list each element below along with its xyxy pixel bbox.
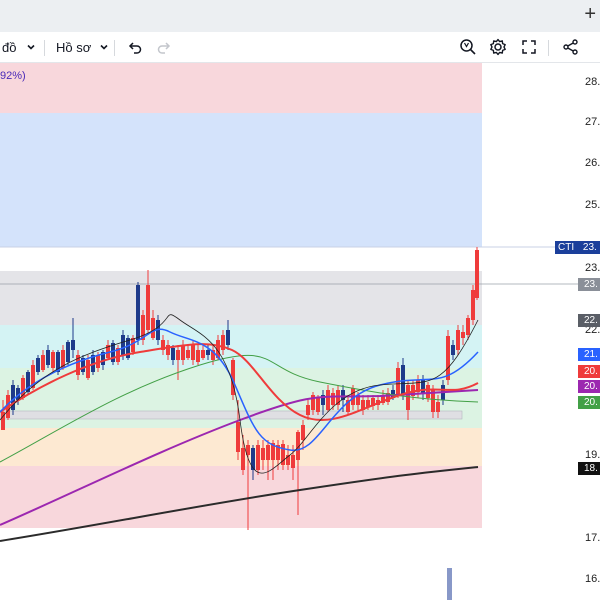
toolbar-divider: [548, 40, 549, 56]
candle-down: [201, 350, 205, 358]
candle-down: [86, 360, 90, 378]
search-icon: [460, 39, 476, 55]
candle-up: [401, 365, 405, 395]
redo-button[interactable]: [156, 32, 174, 62]
candle-down: [266, 445, 270, 460]
candle-up: [36, 358, 40, 372]
price-axis-label: 17.: [585, 532, 600, 544]
candle-down: [466, 318, 470, 335]
candle-down: [331, 393, 335, 405]
price-tag: 23.: [578, 278, 600, 291]
search-button[interactable]: [458, 32, 478, 62]
price-tag: 18.: [578, 462, 600, 475]
undo-button[interactable]: [125, 32, 143, 62]
candle-down: [306, 405, 310, 415]
percent-change-label: 92%): [0, 70, 26, 82]
candle-up: [66, 342, 70, 362]
candle-up: [206, 350, 210, 355]
redo-icon: [157, 42, 171, 54]
plus-icon[interactable]: +: [584, 4, 596, 24]
fib-zone-top: [0, 63, 482, 113]
candle-down: [471, 290, 475, 320]
price-chart[interactable]: [0, 63, 600, 600]
candle-down: [176, 350, 180, 360]
candle-down: [241, 448, 245, 470]
browser-tab-strip: +: [0, 0, 600, 33]
candle-down: [426, 385, 430, 398]
candle-down: [196, 350, 200, 362]
candle-up: [451, 345, 455, 355]
candle-up: [226, 330, 230, 345]
profile-button[interactable]: Hồ sơ: [56, 32, 111, 62]
chevron-down-icon: [100, 44, 108, 50]
price-axis-label: 26.: [585, 157, 600, 169]
candle-up: [121, 335, 125, 355]
candle-down: [456, 330, 460, 350]
price-tag: 20.: [578, 380, 600, 393]
candle-down: [41, 355, 45, 370]
current-price-value: 23.: [582, 242, 597, 253]
candle-down: [461, 332, 465, 338]
candle-down: [191, 345, 195, 360]
support-box: [0, 410, 463, 420]
price-axis-label: 16.: [585, 573, 600, 585]
symbol-label: CTI: [558, 242, 575, 253]
candle-down: [256, 445, 260, 470]
candle-down: [236, 422, 240, 452]
price-axis-label: 27.: [585, 116, 600, 128]
candle-down: [151, 318, 155, 338]
candle-down: [181, 345, 185, 360]
candle-down: [261, 448, 265, 460]
price-tag: 20.: [578, 365, 600, 378]
price-axis-label: 19.: [585, 449, 600, 461]
chart-toolbar: đồ Hồ sơ: [0, 32, 600, 63]
fullscreen-button[interactable]: [520, 32, 538, 62]
candle-down: [475, 250, 479, 298]
share-icon: [563, 39, 578, 55]
candle-up: [71, 340, 75, 350]
toolbar-divider: [114, 40, 115, 56]
chevron-down-icon: [27, 44, 36, 50]
candle-down: [51, 352, 55, 368]
price-tag: 22.: [578, 314, 600, 327]
undo-icon: [128, 42, 142, 54]
volume-bar: [447, 568, 452, 600]
profile-label: Hồ sơ: [56, 39, 92, 55]
candle-down: [316, 398, 320, 412]
candle-down: [186, 350, 190, 358]
candle-down: [301, 425, 305, 440]
price-axis-label: 28.: [585, 76, 600, 88]
price-tag: 21.: [578, 348, 600, 361]
fib-zone-blue: [0, 113, 482, 247]
chart-type-label: đồ: [2, 39, 17, 55]
settings-button[interactable]: [488, 32, 508, 62]
current-price-tag: CTI 23.: [555, 241, 600, 254]
price-tag: 20.: [578, 396, 600, 409]
price-axis-label: 23.: [585, 262, 600, 274]
candle-up: [46, 350, 50, 365]
fib-zone-gray: [0, 271, 482, 325]
candle-down: [326, 390, 330, 410]
candle-up: [171, 348, 175, 360]
candle-down: [436, 402, 440, 412]
price-axis-label: 25.: [585, 199, 600, 211]
candle-down: [291, 455, 295, 468]
gear-icon: [490, 38, 506, 56]
candle-down: [131, 338, 135, 352]
share-button[interactable]: [562, 32, 580, 62]
candle-down: [406, 385, 410, 410]
candle-down: [146, 285, 150, 330]
fullscreen-icon: [522, 40, 536, 54]
candle-up: [136, 285, 140, 340]
chart-type-button[interactable]: đồ: [2, 32, 38, 62]
candle-down: [446, 336, 450, 380]
toolbar-divider: [44, 40, 45, 56]
candle-up: [251, 448, 255, 470]
